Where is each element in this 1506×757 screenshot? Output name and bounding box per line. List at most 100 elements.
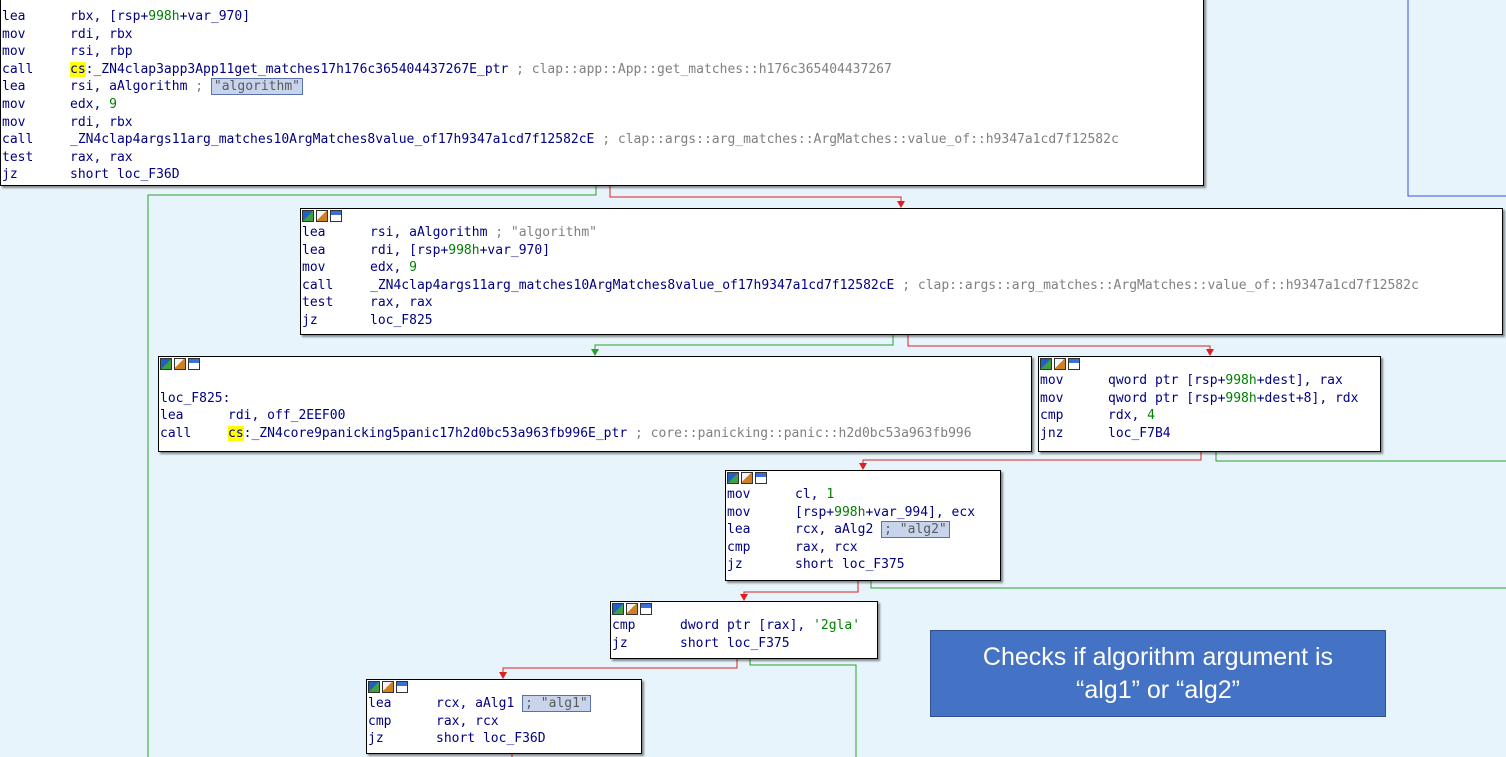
operand: rsi, aAlgorithm xyxy=(370,225,488,240)
edge-true xyxy=(594,334,894,355)
operand-tail: +dest+8], rdx xyxy=(1256,390,1359,406)
instruction-row[interactable]: call _ZN4clap4args11arg_matches10ArgMatch… xyxy=(1,131,1203,149)
comment-icon[interactable] xyxy=(396,681,408,693)
instruction-row[interactable]: jz loc_F825 xyxy=(301,312,1502,330)
code-block-value-of[interactable]: lea rsi, aAlgorithm ; "algorithm" lea rdi, … xyxy=(300,208,1503,335)
operand-tail: +var_994], ecx xyxy=(865,504,976,520)
annotation-callout: Checks if algorithm argument is “alg1” o… xyxy=(930,630,1386,717)
graph-color-icon[interactable] xyxy=(302,210,314,222)
instruction-row[interactable]: lea rsi, aAlgorithm ; "algorithm" xyxy=(1,78,1203,96)
instruction-row[interactable]: lea rdi, off_2EEF00 xyxy=(159,407,1031,425)
instruction-row[interactable]: jz short loc_F375 xyxy=(726,556,1000,574)
graph-color-icon[interactable] xyxy=(160,358,172,370)
edge-true xyxy=(749,658,857,757)
graph-color-icon[interactable] xyxy=(612,603,624,615)
code-block-dest[interactable]: mov qword ptr [rsp+998h+dest], rax mov qwor… xyxy=(1038,356,1381,452)
instruction-row[interactable]: lea rbx, [rsp+998h+var_970] xyxy=(1,8,1203,26)
mnemonic: test xyxy=(2,149,34,165)
graph-color-icon[interactable] xyxy=(727,472,739,484)
block-header xyxy=(159,357,1031,372)
instruction-row[interactable]: jnz loc_F7B4 xyxy=(1039,425,1380,443)
operand: rsi, aAlgorithm xyxy=(70,79,188,95)
mnemonic: cmp xyxy=(727,539,751,555)
comment: ; clap::args::arg_matches::ArgMatches::v… xyxy=(594,132,1119,148)
selected-string: ; "alg2" xyxy=(881,521,950,539)
instruction-row[interactable]: mov rsi, rbp xyxy=(1,43,1203,61)
instruction-row[interactable]: cmp rax, rcx xyxy=(726,539,1000,557)
mnemonic: mov xyxy=(302,260,326,276)
operand: rdi, rbx xyxy=(70,114,133,130)
edit-icon[interactable] xyxy=(316,210,328,222)
comment-icon[interactable] xyxy=(640,603,652,615)
edit-icon[interactable] xyxy=(741,472,753,484)
mnemonic: jz xyxy=(302,312,318,328)
edit-icon[interactable] xyxy=(626,603,638,615)
comment-icon[interactable] xyxy=(330,210,342,222)
instruction-row[interactable]: mov edx, 9 xyxy=(301,259,1502,277)
edit-icon[interactable] xyxy=(174,358,186,370)
operand: :_ZN4core9panicking5panic17h2d0bc53a963f… xyxy=(243,425,628,441)
comment-icon[interactable] xyxy=(1068,358,1080,370)
instruction-row[interactable]: mov rdi, rbx xyxy=(1,114,1203,132)
mnemonic: jz xyxy=(368,731,384,747)
instruction-row[interactable]: jz short loc_F375 xyxy=(611,635,877,653)
operand-tail: +var_970] xyxy=(179,9,251,24)
edit-icon[interactable] xyxy=(1054,358,1066,370)
instruction-row[interactable]: lea rcx, aAlg1 ; "alg1" xyxy=(367,695,641,713)
code-block-alg1-check[interactable]: lea rcx, aAlg1 ; "alg1" cmp rax, rcx jz short… xyxy=(366,679,642,754)
block-label[interactable]: loc_F825: xyxy=(159,390,1031,408)
instruction-row[interactable]: cmp dword ptr [rax], '2gla' xyxy=(611,617,877,635)
operand: rsi, rbp xyxy=(70,44,133,60)
code-block-get-matches[interactable]: lea rbx, [rsp+998h+var_970] mov rdi, rbx mov… xyxy=(0,0,1204,186)
edit-icon[interactable] xyxy=(382,681,394,693)
instruction-row[interactable]: cmp rax, rcx xyxy=(367,713,641,731)
instruction-row[interactable]: lea rsi, aAlgorithm ; "algorithm" xyxy=(301,224,1502,242)
instruction-row[interactable]: call _ZN4clap4args11arg_matches10ArgMatch… xyxy=(301,277,1502,295)
code-block-loc-f825[interactable]: loc_F825: lea rdi, off_2EEF00 call cs:_ZN4c… xyxy=(158,356,1032,452)
instruction-row[interactable]: jz short loc_F36D xyxy=(1,166,1203,184)
instruction-row[interactable]: mov edx, 9 xyxy=(1,96,1203,114)
numeric-literal: 998h xyxy=(448,242,480,258)
edge-false xyxy=(609,185,902,207)
edge-false xyxy=(743,580,859,600)
mnemonic: jnz xyxy=(1040,425,1064,441)
instruction-row[interactable]: mov cl, 1 xyxy=(726,486,1000,504)
selected-string: ; "alg1" xyxy=(522,695,591,712)
numeric-literal: '2gla' xyxy=(813,618,861,633)
numeric-literal: 998h xyxy=(148,9,180,24)
block-header xyxy=(367,680,641,695)
mnemonic: lea xyxy=(160,408,184,424)
mnemonic: cmp xyxy=(612,618,636,633)
instruction-row[interactable]: mov qword ptr [rsp+998h+dest+8], rdx xyxy=(1039,390,1380,408)
mnemonic: lea xyxy=(302,242,326,258)
comment-icon[interactable] xyxy=(188,358,200,370)
block-header xyxy=(301,209,1502,224)
instruction-row[interactable]: call cs:_ZN4core9panicking5panic17h2d0bc5… xyxy=(159,425,1031,443)
graph-color-icon[interactable] xyxy=(1040,358,1052,370)
edge-false xyxy=(502,658,738,678)
instruction-row[interactable]: cmp rdx, 4 xyxy=(1039,407,1380,425)
operand: rcx, aAlg2 xyxy=(795,522,874,538)
comment: ; core::panicking::panic::h2d0bc53a963fb… xyxy=(627,425,972,441)
mnemonic: call xyxy=(2,61,34,77)
instruction-row[interactable]: lea rcx, aAlg2 ; "alg2" xyxy=(726,521,1000,539)
mnemonic: jz xyxy=(612,635,628,651)
instruction-row[interactable]: test rax, rax xyxy=(301,294,1502,312)
operand: edx, xyxy=(370,260,410,276)
instruction-row[interactable]: call cs:_ZN4clap3app3App11get_matches17h1… xyxy=(1,61,1203,79)
instruction-row[interactable]: mov rdi, rbx xyxy=(1,26,1203,44)
code-block-2gla-check[interactable]: cmp dword ptr [rax], '2gla' jz short loc_F3… xyxy=(610,601,878,659)
code-block-alg2-check[interactable]: mov cl, 1 mov [rsp+998h+var_994], ecx lea rcx… xyxy=(725,470,1001,581)
instruction-row[interactable]: test rax, rax xyxy=(1,149,1203,167)
instruction-row[interactable]: jz short loc_F36D xyxy=(367,730,641,748)
graph-color-icon[interactable] xyxy=(368,681,380,693)
operand: rax, rcx xyxy=(436,713,499,729)
callout-line-2: “alg1” or “alg2” xyxy=(1076,675,1240,704)
mnemonic: mov xyxy=(2,44,26,60)
comment-icon[interactable] xyxy=(755,472,767,484)
comment: ; clap::app::App::get_matches::h176c3654… xyxy=(508,61,892,77)
instruction-row[interactable]: mov [rsp+998h+var_994], ecx xyxy=(726,504,1000,522)
instruction-row[interactable]: mov qword ptr [rsp+998h+dest], rax xyxy=(1039,372,1380,390)
operand-tail: +dest], rax xyxy=(1256,373,1343,388)
instruction-row[interactable]: lea rdi, [rsp+998h+var_970] xyxy=(301,242,1502,260)
